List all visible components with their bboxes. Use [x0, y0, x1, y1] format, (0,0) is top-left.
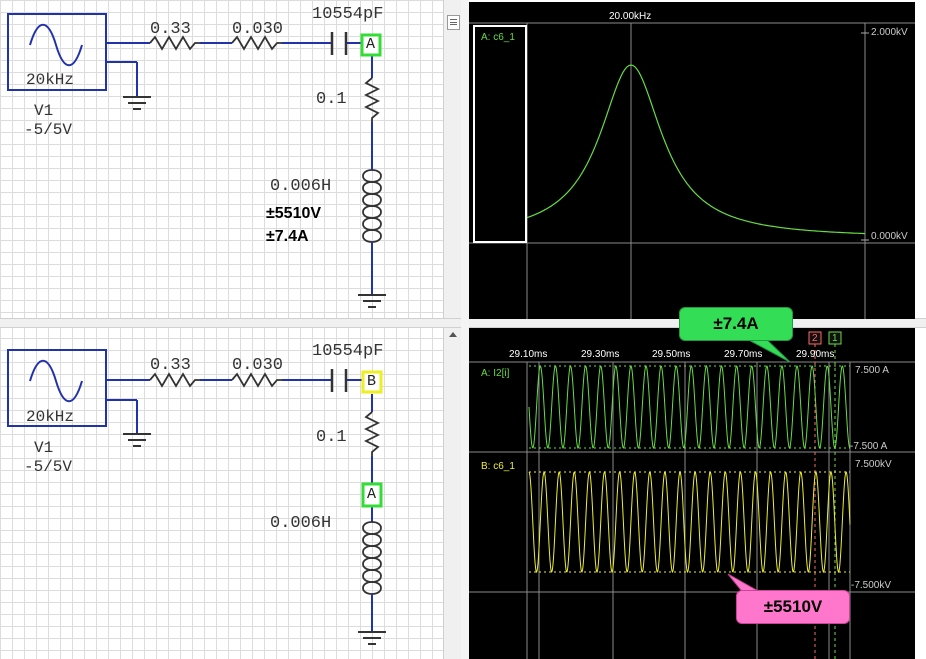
- voltage-waveform: [528, 470, 851, 574]
- source-name: V1: [34, 439, 54, 457]
- resistor-icon: [363, 411, 381, 456]
- inductor-icon: [362, 521, 382, 535]
- resistor-icon: [363, 77, 381, 122]
- inductor-value: 0.006H: [270, 514, 332, 533]
- bottom-circuit-canvas[interactable]: 20kHz V1 -5/5V 0.33 0.030 10554pF B 0.1 …: [0, 326, 443, 659]
- resistor-2-value: 0.030: [232, 20, 284, 39]
- time-label: 29.10ms: [509, 349, 548, 360]
- inductor-value: 0.006H: [270, 177, 332, 196]
- current-waveform: [528, 364, 851, 450]
- top-circuit-wires: [7, 13, 386, 308]
- capacitor-value: 10554pF: [312, 5, 384, 24]
- resonance-curve: [526, 64, 866, 235]
- resistor-3-value: 0.1: [316, 428, 347, 447]
- inductor-icon: [362, 169, 382, 183]
- source-range: -5/5V: [24, 121, 73, 139]
- probe-a-label: A: [366, 36, 376, 53]
- a-bottom-value: -7.500 A: [850, 441, 888, 452]
- capacitor-value: 10554pF: [312, 342, 384, 361]
- time-label: 29.70ms: [724, 349, 763, 360]
- bottom-value-label: 0.000kV: [871, 231, 908, 242]
- current-callout-text: ±7.4A: [713, 314, 759, 333]
- frequency-label: 20.00kHz: [609, 11, 652, 22]
- voltage-note: ±5510V: [266, 205, 322, 222]
- top-value-label: 2.000kV: [871, 27, 908, 38]
- source-name: V1: [34, 102, 54, 120]
- probe-a-label: A: [367, 486, 377, 503]
- sine-wave-icon: [29, 24, 83, 66]
- time-label: 29.30ms: [581, 349, 620, 360]
- scroll-up-icon[interactable]: [449, 332, 457, 337]
- scroll-grip-icon[interactable]: [447, 15, 460, 30]
- voltage-callout: ±5510V: [736, 590, 850, 624]
- source-frequency: 20kHz: [26, 408, 75, 426]
- top-scrollbar[interactable]: [443, 0, 462, 318]
- resistor-icon: [231, 372, 282, 388]
- a-top-value: 7.500 A: [855, 365, 889, 376]
- current-callout: ±7.4A: [679, 307, 793, 341]
- vertical-splitter[interactable]: [461, 0, 469, 659]
- top-scope-plot: [469, 22, 915, 319]
- channel-a-label: A: I2[i]: [481, 368, 510, 379]
- probe-b-label: B: [367, 373, 377, 390]
- time-label: 29.90ms: [796, 349, 835, 360]
- resistor-3-value: 0.1: [316, 90, 347, 109]
- sine-wave-icon: [29, 360, 83, 402]
- resistor-2-value: 0.030: [232, 356, 284, 375]
- resistor-icon: [149, 372, 200, 388]
- top-scope[interactable]: 20.00kHz A: c6_1 2.000kV 0.000kV: [469, 2, 915, 319]
- b-bottom-value: -7.500kV: [851, 580, 892, 591]
- resistor-1-value: 0.33: [150, 356, 191, 375]
- source-frequency: 20kHz: [26, 71, 75, 89]
- voltage-callout-text: ±5510V: [763, 597, 823, 616]
- bottom-circuit-wires: [7, 349, 386, 645]
- resistor-1-value: 0.33: [150, 20, 191, 39]
- time-label: 29.50ms: [652, 349, 691, 360]
- b-top-value: 7.500kV: [855, 459, 892, 470]
- cursor-1-label[interactable]: 1: [832, 333, 838, 344]
- channel-selection-box: [473, 25, 527, 243]
- channel-b-label: B: c6_1: [481, 461, 515, 472]
- current-note: ±7.4A: [266, 228, 309, 245]
- source-range: -5/5V: [24, 458, 73, 476]
- cursor-2-label[interactable]: 2: [812, 333, 818, 344]
- top-circuit-canvas[interactable]: 20kHz V1 -5/5V 0.33 0.030 10554pF A 0.1 …: [0, 0, 443, 318]
- bottom-scrollbar[interactable]: [443, 326, 462, 659]
- channel-a-label: A: c6_1: [481, 32, 515, 43]
